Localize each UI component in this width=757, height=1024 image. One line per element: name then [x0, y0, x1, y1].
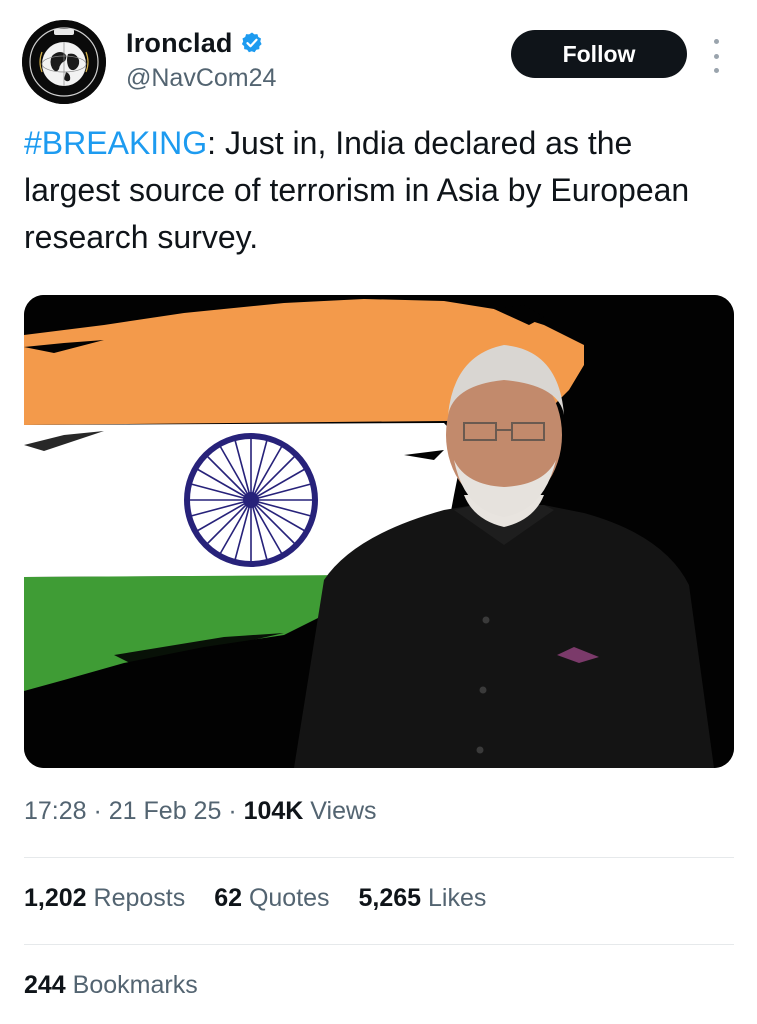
name-row: Ironclad: [126, 26, 276, 60]
reposts-stat[interactable]: 1,202 Reposts: [24, 884, 185, 912]
bookmarks-stat[interactable]: 244 Bookmarks: [24, 971, 198, 1000]
more-dot: [713, 68, 719, 73]
tweet-media-image[interactable]: [24, 295, 734, 768]
author-block: Ironclad @NavCom24: [126, 26, 276, 93]
verified-badge-icon: [241, 32, 262, 53]
bookmarks-label: Bookmarks: [65, 971, 198, 999]
quotes-stat[interactable]: 62 Quotes: [214, 884, 329, 912]
more-dot: [713, 39, 719, 44]
engagement-stats: 1,202 Reposts 62 Quotes 5,265 Likes: [24, 884, 508, 913]
likes-count: 5,265: [358, 884, 422, 912]
avatar[interactable]: [22, 20, 106, 104]
divider: [24, 944, 734, 945]
meta-separator: ·: [86, 797, 109, 825]
tweet-meta: 17:28 · 21 Feb 25 · 104K Views: [24, 797, 377, 826]
follow-button[interactable]: Follow: [511, 30, 687, 78]
more-options-icon[interactable]: [706, 36, 726, 76]
quotes-label: Quotes: [242, 884, 330, 912]
user-handle[interactable]: @NavCom24: [126, 64, 276, 93]
bookmarks-count: 244: [24, 971, 66, 999]
quotes-count: 62: [214, 884, 242, 912]
indian-flag-portrait-image: [24, 295, 734, 768]
globe-logo-icon: [22, 20, 106, 104]
views-label: Views: [303, 797, 377, 825]
tweet-time[interactable]: 17:28: [24, 797, 87, 825]
display-name[interactable]: Ironclad: [126, 28, 233, 59]
meta-separator: ·: [221, 797, 244, 825]
likes-stat[interactable]: 5,265 Likes: [359, 884, 487, 912]
tweet-text: #BREAKING: Just in, India declared as th…: [24, 120, 724, 261]
hashtag-link[interactable]: #BREAKING: [24, 125, 207, 161]
views-count: 104K: [243, 797, 304, 825]
reposts-count: 1,202: [24, 884, 87, 912]
ashoka-chakra-icon: [184, 433, 318, 567]
divider: [24, 857, 734, 858]
tweet-date[interactable]: 21 Feb 25: [109, 797, 222, 825]
likes-label: Likes: [421, 884, 487, 912]
more-dot: [713, 53, 719, 59]
reposts-label: Reposts: [86, 884, 186, 912]
